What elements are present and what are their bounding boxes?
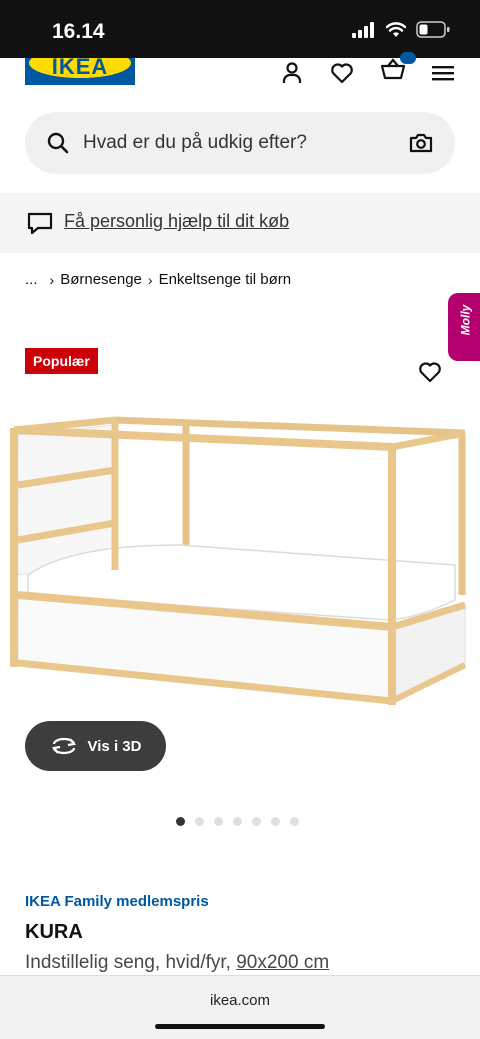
gallery-dot[interactable] (252, 817, 261, 826)
help-banner[interactable]: Få personlig hjælp til dit køb (0, 193, 480, 253)
breadcrumb: ... › Børnesenge › Enkeltsenge til børn (25, 271, 291, 288)
signal-icon (352, 21, 374, 38)
breadcrumb-item-enkeltsenge[interactable]: Enkeltsenge til børn (159, 271, 292, 288)
search-input[interactable] (83, 130, 393, 156)
gallery-dot[interactable] (271, 817, 280, 826)
gallery-dot[interactable] (176, 817, 185, 826)
gallery-pagination (176, 817, 299, 826)
popular-badge: Populær (25, 348, 98, 374)
url-text: ikea.com (209, 992, 271, 1009)
product-description-text: Indstillelig seng, hvid/fyr, (25, 952, 231, 973)
header-icons (280, 52, 454, 87)
product-description: Indstillelig seng, hvid/fyr, 90x200 cm (25, 952, 329, 974)
ikea-logo[interactable]: IKEA (25, 58, 135, 85)
favourite-heart-icon[interactable] (418, 360, 442, 384)
gallery-dot[interactable] (233, 817, 242, 826)
camera-icon[interactable] (409, 132, 433, 154)
search-bar[interactable] (25, 112, 455, 174)
browser-url-bar[interactable]: ikea.com (0, 975, 480, 1039)
molly-label: Molly (458, 304, 473, 336)
status-bar: 16.14 (0, 0, 480, 58)
wifi-icon (386, 21, 406, 37)
rotate-3d-icon (51, 737, 76, 755)
search-icon (47, 132, 69, 154)
gallery-dot[interactable] (214, 817, 223, 826)
logo-text: IKEA (51, 58, 109, 79)
help-link[interactable]: Få personlig hjælp til dit køb (64, 211, 289, 232)
chevron-right-icon: › (147, 271, 153, 288)
view-3d-button[interactable]: Vis i 3D (25, 721, 166, 771)
product-size-link[interactable]: 90x200 cm (236, 952, 329, 973)
family-price-label: IKEA Family medlemspris (25, 893, 209, 910)
cart-count-badge (400, 52, 416, 64)
heart-icon[interactable] (330, 61, 354, 85)
battery-icon (416, 21, 450, 38)
status-time: 16.14 (52, 20, 105, 43)
view-3d-label: Vis i 3D (87, 737, 142, 755)
status-icons (352, 21, 450, 38)
home-indicator (155, 1024, 325, 1029)
gallery-dot[interactable] (195, 817, 204, 826)
product-image[interactable] (0, 395, 480, 715)
chat-icon (27, 212, 53, 235)
menu-icon[interactable] (432, 63, 454, 83)
user-icon[interactable] (280, 61, 304, 85)
breadcrumb-item-boernesenge[interactable]: Børnesenge (60, 271, 142, 288)
gallery-dot[interactable] (290, 817, 299, 826)
basket-button[interactable] (380, 52, 416, 87)
site-header: IKEA (0, 52, 480, 98)
product-name: KURA (25, 921, 83, 943)
breadcrumb-ellipsis[interactable]: ... (25, 271, 38, 288)
chevron-right-icon: › (49, 271, 55, 288)
molly-assistant-tab[interactable]: Molly (448, 293, 480, 361)
